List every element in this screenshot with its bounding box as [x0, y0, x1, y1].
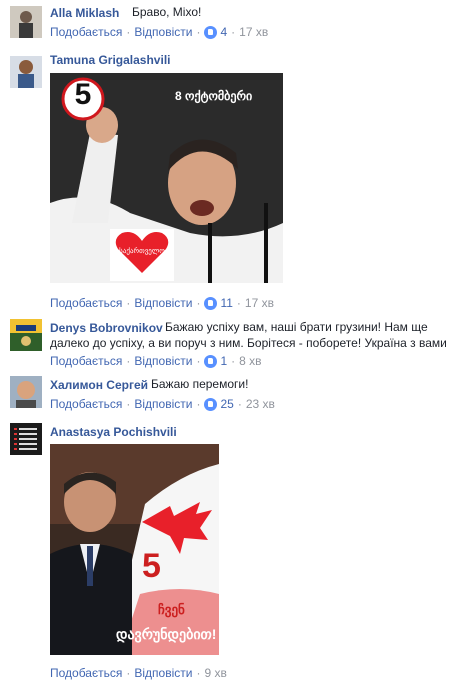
candidate-number: 5	[74, 78, 92, 111]
like-link[interactable]: Подобається	[50, 296, 122, 310]
separator: ·	[126, 666, 131, 680]
like-link[interactable]: Подобається	[50, 397, 122, 411]
like-count[interactable]: 11	[220, 296, 232, 310]
like-count[interactable]: 1	[220, 354, 227, 368]
thumbs-up-icon[interactable]	[204, 354, 218, 368]
reply-link[interactable]: Відповісти	[134, 397, 192, 411]
timestamp[interactable]: 9 хв	[204, 666, 226, 680]
separator: ·	[196, 354, 201, 368]
commenter-name[interactable]: Alla Miklash	[50, 6, 119, 20]
reply-link[interactable]: Відповісти	[134, 666, 192, 680]
avatar[interactable]	[10, 319, 42, 351]
separator: ·	[126, 25, 131, 39]
slogan-line-1: ჩვენ	[158, 602, 185, 617]
comment-alla-miklash: Alla Miklash Браво, Міхо! Подобається · …	[0, 0, 475, 45]
comment-denys-bobrovnikov: Denys Bobrovnikov Бажаю успіху вам, наші…	[0, 315, 475, 370]
separator: ·	[126, 296, 131, 310]
avatar-image	[10, 319, 42, 351]
avatar[interactable]	[10, 423, 42, 455]
date-text: 8 ოქტომბერი	[175, 89, 253, 103]
thumbs-up-icon[interactable]	[204, 296, 218, 310]
candidate-number: 5	[142, 547, 161, 585]
reply-link[interactable]: Відповісти	[134, 354, 192, 368]
separator: ·	[231, 354, 236, 368]
comment-image[interactable]: 5 8 ოქტომბერი საქართველო	[50, 73, 283, 283]
comment-image[interactable]: 5 ჩვენ დავრუნდებით!	[50, 444, 219, 655]
like-count[interactable]: 25	[220, 397, 233, 411]
separator: ·	[196, 666, 201, 680]
comment-anastasya-pochishvili: Anastasya Pochishvili 5 ჩვენ დავრუნდებით…	[0, 415, 475, 682]
timestamp[interactable]: 8 хв	[239, 354, 261, 368]
avatar-image	[10, 376, 42, 408]
separator: ·	[126, 354, 131, 368]
separator: ·	[196, 397, 201, 411]
like-link[interactable]: Подобається	[50, 25, 122, 39]
comment-tamuna-grigalashvili: Tamuna Grigalashvili 5 8 ოქტომბერი საქარ…	[0, 45, 475, 315]
comment-actions: Подобається · Відповісти · 4 · 17 хв	[50, 25, 268, 39]
campaign-poster	[50, 444, 219, 655]
comment-text: Бажаю успіху вам, наші брати грузини! На…	[50, 320, 447, 350]
like-link[interactable]: Подобається	[50, 354, 122, 368]
avatar[interactable]	[10, 376, 42, 408]
commenter-name[interactable]: Халимон Сергей	[50, 378, 148, 392]
comment-actions: Подобається · Відповісти · 1 · 8 хв	[50, 354, 262, 368]
separator: ·	[236, 296, 241, 310]
separator: ·	[126, 397, 131, 411]
timestamp[interactable]: 23 хв	[246, 397, 275, 411]
comment-halymon-serhii: Халимон Сергей Бажаю перемоги! Подобаєть…	[0, 370, 475, 415]
timestamp[interactable]: 17 хв	[245, 296, 274, 310]
comment-actions: Подобається · Відповісти · 25 · 23 хв	[50, 397, 275, 411]
timestamp[interactable]: 17 хв	[239, 25, 268, 39]
thumbs-up-icon[interactable]	[204, 25, 218, 39]
commenter-name[interactable]: Tamuna Grigalashvili	[50, 53, 170, 67]
reply-link[interactable]: Відповісти	[134, 296, 192, 310]
slogan-line-2: დავრუნდებით!	[116, 626, 217, 642]
avatar[interactable]	[10, 56, 42, 88]
heart-text: საქართველო	[119, 248, 165, 255]
separator: ·	[196, 296, 201, 310]
avatar-image	[10, 423, 42, 455]
avatar-image	[10, 6, 42, 38]
avatar-image	[10, 56, 42, 88]
like-link[interactable]: Подобається	[50, 666, 122, 680]
separator: ·	[237, 397, 242, 411]
separator: ·	[196, 25, 201, 39]
reply-link[interactable]: Відповісти	[134, 25, 192, 39]
like-count[interactable]: 4	[220, 25, 227, 39]
avatar[interactable]	[10, 6, 42, 38]
comment-text: Браво, Міхо!	[132, 5, 202, 19]
separator: ·	[231, 25, 236, 39]
thumbs-up-icon[interactable]	[204, 397, 218, 411]
comment-actions: Подобається · Відповісти · 9 хв	[50, 666, 227, 680]
commenter-name[interactable]: Anastasya Pochishvili	[50, 425, 177, 439]
comment-actions: Подобається · Відповісти · 11 · 17 хв	[50, 296, 274, 310]
comment-text: Бажаю перемоги!	[151, 377, 249, 391]
